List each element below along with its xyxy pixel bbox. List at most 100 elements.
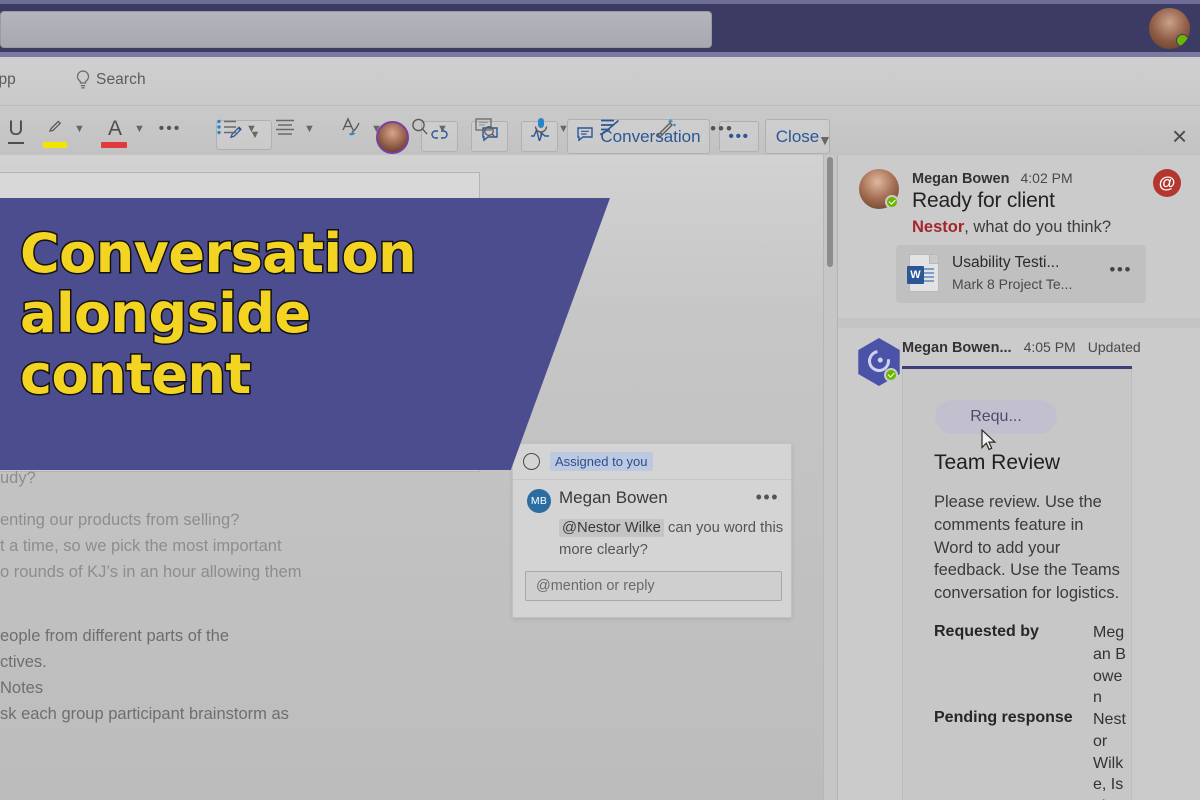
designer-button[interactable]: [652, 113, 680, 145]
immersive-reader-icon: [474, 117, 497, 142]
screenshot-root: App Search ▼: [0, 0, 1200, 800]
doc-line: sk each group participant brainstorm as: [0, 705, 289, 724]
avatar[interactable]: [1149, 8, 1190, 49]
office-toolbar-zone: App Search ▼: [0, 57, 1200, 196]
presence-available-icon: [885, 195, 899, 209]
toolbar-row-secondary: U ▼ A ▼ ••• ▼ ▼ ▼ ▼ ▼ ••• ▼: [0, 105, 1200, 196]
lightbulb-icon: [74, 69, 92, 91]
immersive-reader-button[interactable]: [470, 114, 500, 144]
message-meta: Megan Bowen... 4:05 PM Updated: [902, 339, 1141, 356]
bulleted-list-button[interactable]: [214, 115, 240, 143]
page-fold: [929, 255, 938, 264]
resolve-comment-radio[interactable]: [523, 453, 540, 470]
align-chevron-down-icon[interactable]: ▼: [304, 124, 315, 135]
doc-spacer: [0, 585, 480, 623]
font-color-button[interactable]: A: [102, 114, 128, 144]
attachment-title: Usability Testi...: [952, 254, 1060, 271]
doc-line: eople from different parts of the: [0, 627, 229, 646]
comment-mention[interactable]: @Nestor Wilke: [559, 519, 664, 537]
tell-me-search[interactable]: Search: [74, 69, 146, 91]
comment-card[interactable]: Assigned to you MB Megan Bowen ••• @Nest…: [512, 443, 792, 618]
message-status: Updated: [1087, 339, 1141, 355]
avatar: [859, 169, 899, 209]
teams-search-input[interactable]: [0, 11, 712, 48]
conversation-message[interactable]: Megan Bowen 4:02 PM Ready for client Nes…: [838, 155, 1200, 318]
field-label: Pending response: [934, 709, 1073, 726]
designer-wand-icon: [655, 116, 677, 143]
ribbon-expand-chevron-down-icon[interactable]: ▼: [818, 133, 832, 147]
comment-reply-input[interactable]: @mention or reply: [525, 571, 782, 601]
word-document-icon: W: [907, 254, 939, 292]
word-badge: W: [907, 266, 924, 284]
highlight-chevron-down-icon[interactable]: ▼: [74, 124, 85, 135]
doc-line: o rounds of KJ’s in an hour allowing the…: [0, 563, 302, 582]
banner-line-2: alongside: [19, 282, 313, 346]
doc-line: ctives.: [0, 653, 47, 672]
microphone-icon: [533, 116, 549, 143]
doc-line: t a time, so we pick the most important: [0, 537, 282, 556]
comment-text: @Nestor Wilke can you word this more cle…: [559, 517, 784, 561]
card-title: Team Review: [934, 451, 1061, 474]
doc-spacer: [0, 491, 480, 507]
highlighter-icon: [47, 118, 68, 143]
message-mention[interactable]: Nestor: [912, 218, 964, 236]
scrollbar-thumb[interactable]: [827, 157, 833, 267]
highlight-color-swatch[interactable]: [43, 142, 67, 148]
bullets-chevron-down-icon[interactable]: ▼: [246, 124, 257, 135]
attachment-card[interactable]: W Usability Testi... Mark 8 Project Te..…: [896, 245, 1146, 303]
underline-button[interactable]: U: [2, 116, 30, 144]
find-button[interactable]: [407, 115, 433, 143]
approvals-app-icon: [856, 338, 902, 386]
format-painter-icon: [340, 116, 362, 143]
message-body: Nestor, what do you think?: [912, 218, 1111, 237]
conversation-message[interactable]: Megan Bowen... 4:05 PM Updated Requ... T…: [838, 328, 1200, 800]
comment-overflow-button[interactable]: •••: [756, 488, 779, 506]
title-bar-top-edge: [0, 0, 1200, 4]
paragraph-align-icon: [274, 118, 296, 141]
attachment-overflow-button[interactable]: •••: [1109, 261, 1132, 278]
comment-card-header: Assigned to you: [513, 444, 791, 480]
banner-line-3: content: [19, 342, 253, 406]
field-value: Megan Bowen: [1093, 624, 1126, 707]
find-magnifier-icon: [410, 117, 430, 142]
editor-icon: [597, 116, 621, 143]
tell-me-label: Search: [96, 71, 146, 88]
font-color-chevron-down-icon[interactable]: ▼: [134, 124, 145, 135]
font-color-swatch[interactable]: [101, 142, 127, 148]
editor-button[interactable]: [594, 113, 624, 145]
approval-card[interactable]: Requ... Team Review Please review. Use t…: [902, 369, 1132, 800]
status-badge: Assigned to you: [550, 452, 653, 471]
format-painter-button[interactable]: [337, 114, 365, 144]
doc-line: enting our products from selling?: [0, 511, 240, 530]
find-chevron-down-icon[interactable]: ▼: [437, 124, 448, 135]
mention-badge: @: [1153, 169, 1181, 197]
underline-label: U: [8, 117, 24, 144]
teams-title-bar: [0, 0, 1200, 57]
dictate-chevron-down-icon[interactable]: ▼: [558, 124, 569, 135]
dictate-button[interactable]: [530, 113, 552, 145]
conversation-panel: Megan Bowen 4:02 PM Ready for client Nes…: [837, 155, 1200, 800]
field-label: Requested by: [934, 623, 1039, 640]
message-subject: Ready for client: [912, 189, 1055, 212]
message-time: 4:02 PM: [1020, 170, 1073, 186]
document-text: udy? enting our products from selling? t…: [0, 465, 480, 728]
banner-headline: Conversation alongside content: [18, 222, 490, 406]
app-label-group[interactable]: App: [0, 71, 16, 89]
doc-lines: [923, 268, 934, 284]
message-author: Megan Bowen...: [902, 340, 1012, 356]
document-scrollbar[interactable]: [823, 155, 836, 800]
field-value: Nestor Wilke, Isaia: [1093, 711, 1126, 800]
callout-banner: Conversation alongside content: [0, 198, 610, 470]
paragraph-align-button[interactable]: [272, 115, 298, 143]
presence-available-icon: [884, 368, 898, 382]
styles-chevron-down-icon[interactable]: ▼: [371, 124, 382, 135]
message-meta: Megan Bowen 4:02 PM: [912, 170, 1073, 187]
banner-line-1: Conversation: [18, 222, 418, 285]
message-body-rest: , what do you think?: [964, 218, 1112, 236]
toolbar-more-button[interactable]: •••: [708, 118, 736, 140]
font-more-button[interactable]: •••: [158, 119, 182, 139]
app-label: App: [0, 71, 16, 88]
avatar: MB: [527, 489, 551, 513]
toolbar-row-primary: App Search ▼: [0, 57, 1200, 154]
message-time: 4:05 PM: [1023, 339, 1076, 355]
